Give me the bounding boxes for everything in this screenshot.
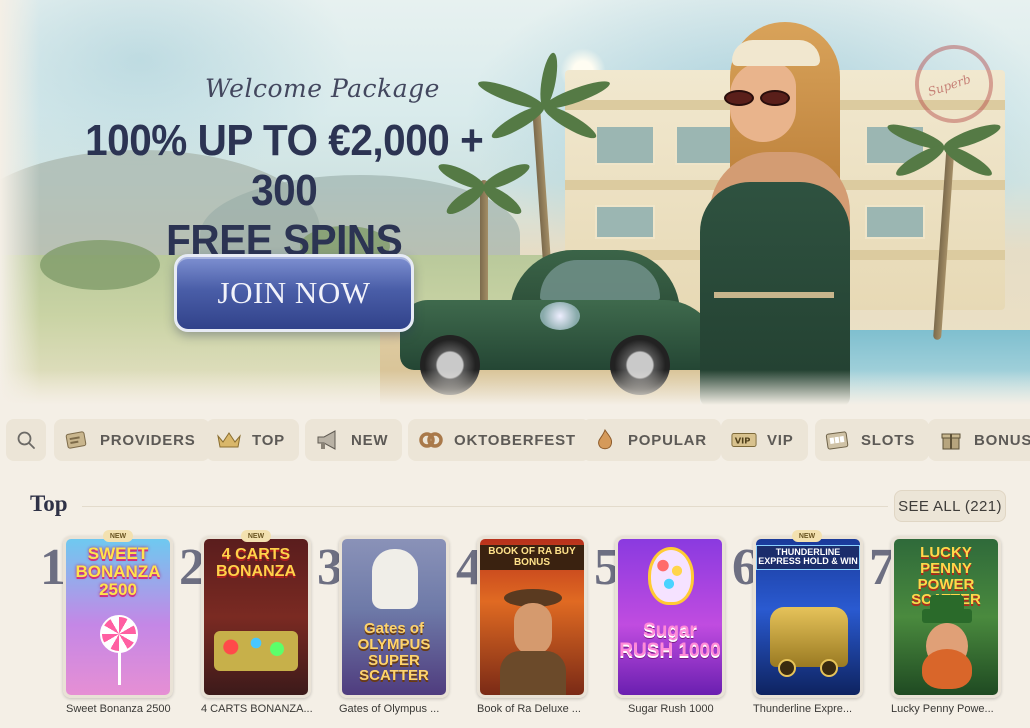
game-name[interactable]: Sugar Rush 1000 [628,703,743,715]
category-new[interactable]: NEW [305,419,403,461]
explorer-graphic [514,603,552,655]
section-divider [82,506,888,507]
game-thumbnail-book-of-ra[interactable]: BOOK OF RA BUY BONUS [477,536,587,698]
game-art-title: BOOK OF RA BUY BONUS [480,545,584,570]
flame-icon [592,428,618,452]
game-thumbnail-4-carts-bonanza[interactable]: 4 CARTS BONANZA [201,536,311,698]
explorer-body-graphic [500,651,566,695]
megaphone-icon [315,428,341,452]
game-thumbnail-gates-of-olympus[interactable]: Gates of OLYMPUS SUPER SCATTER [339,536,449,698]
category-slots[interactable]: SLOTS [815,419,930,461]
see-all-button[interactable]: SEE ALL (221) [894,490,1006,522]
category-label: NEW [351,431,389,449]
bonus-headline: 100% UP TO €2,000 + 300 FREE SPINS [68,116,500,266]
leprechaun-hat-top-graphic [930,595,964,613]
slots-icon [825,428,851,452]
hero-banner: Superb Welcome Package 100% UP TO €2,000… [0,0,1030,405]
welcome-package-label: Welcome Package [205,74,440,103]
game-thumbnail-sweet-bonanza[interactable]: SWEET BONANZA 2500 [63,536,173,698]
category-popular[interactable]: POPULAR [582,419,721,461]
hero-edge-fade [0,0,40,405]
lollipop-graphic [100,615,138,653]
svg-text:VIP: VIP [735,436,751,446]
game-name[interactable]: Lucky Penny Powe... [891,703,1006,715]
leprechaun-beard-graphic [922,649,972,689]
section-title: Top [30,491,68,516]
category-bonus[interactable]: BONUS [928,419,1030,461]
zeus-graphic [372,549,418,609]
category-top[interactable]: TOP [206,419,299,461]
category-label: PROVIDERS [100,431,196,449]
category-label: VIP [767,431,794,449]
pretzel-icon [418,428,444,452]
headline-line-1: 100% UP TO €2,000 + 300 [85,116,484,215]
game-art-title: SWEET BONANZA 2500 [75,544,161,599]
category-providers[interactable]: PROVIDERS [54,419,210,461]
search-icon [17,431,35,449]
new-badge: NEW [792,530,822,542]
hero-edge-fade [0,370,1030,405]
gumball-graphic [648,547,694,605]
game-art-title: Sugar RUSH 1000 [619,620,721,661]
game-art-title: 4 CARTS BONANZA [216,546,296,580]
game-art-title: Gates of OLYMPUS SUPER SCATTER [357,620,431,685]
lollipop-stick [118,651,121,685]
category-label: OKTOBERFEST [454,431,576,449]
cart-graphic [214,631,298,671]
game-thumbnail-sugar-rush[interactable]: Sugar RUSH 1000 [615,536,725,698]
woman-illustration [690,22,870,405]
category-oktoberfest[interactable]: OKTOBERFEST [408,419,590,461]
category-label: POPULAR [628,431,707,449]
category-label: SLOTS [861,431,916,449]
game-name[interactable]: Thunderline Expre... [753,703,868,715]
train-graphic [770,607,848,667]
crown-icon [216,428,242,452]
vip-icon: VIP [731,428,757,452]
game-thumbnail-thunderline-express[interactable]: THUNDERLINE EXPRESS HOLD & WIN [753,536,863,698]
category-bar: PROVIDERS TOP NEW OKTOBERFEST POPULAR VI… [6,419,1030,461]
game-name[interactable]: Sweet Bonanza 2500 [66,703,181,715]
gift-icon [938,428,964,452]
game-art-title: THUNDERLINE EXPRESS HOLD & WIN [756,545,860,570]
new-badge: NEW [103,530,133,542]
game-name[interactable]: Gates of Olympus ... [339,703,454,715]
game-name[interactable]: Book of Ra Deluxe ... [477,703,592,715]
category-label: TOP [252,431,285,449]
new-badge: NEW [241,530,271,542]
game-name[interactable]: 4 CARTS BONANZA... [201,703,316,715]
game-thumbnail-lucky-penny[interactable]: LUCKY PENNY POWER SCATTER [891,536,1001,698]
train-wheel-graphic [778,659,796,677]
providers-icon [64,428,90,452]
category-label: BONUS [974,431,1030,449]
train-wheel-graphic [820,659,838,677]
search-button[interactable] [6,419,46,461]
category-vip[interactable]: VIP VIP [721,419,808,461]
join-now-button[interactable]: JOIN NOW [174,254,414,332]
